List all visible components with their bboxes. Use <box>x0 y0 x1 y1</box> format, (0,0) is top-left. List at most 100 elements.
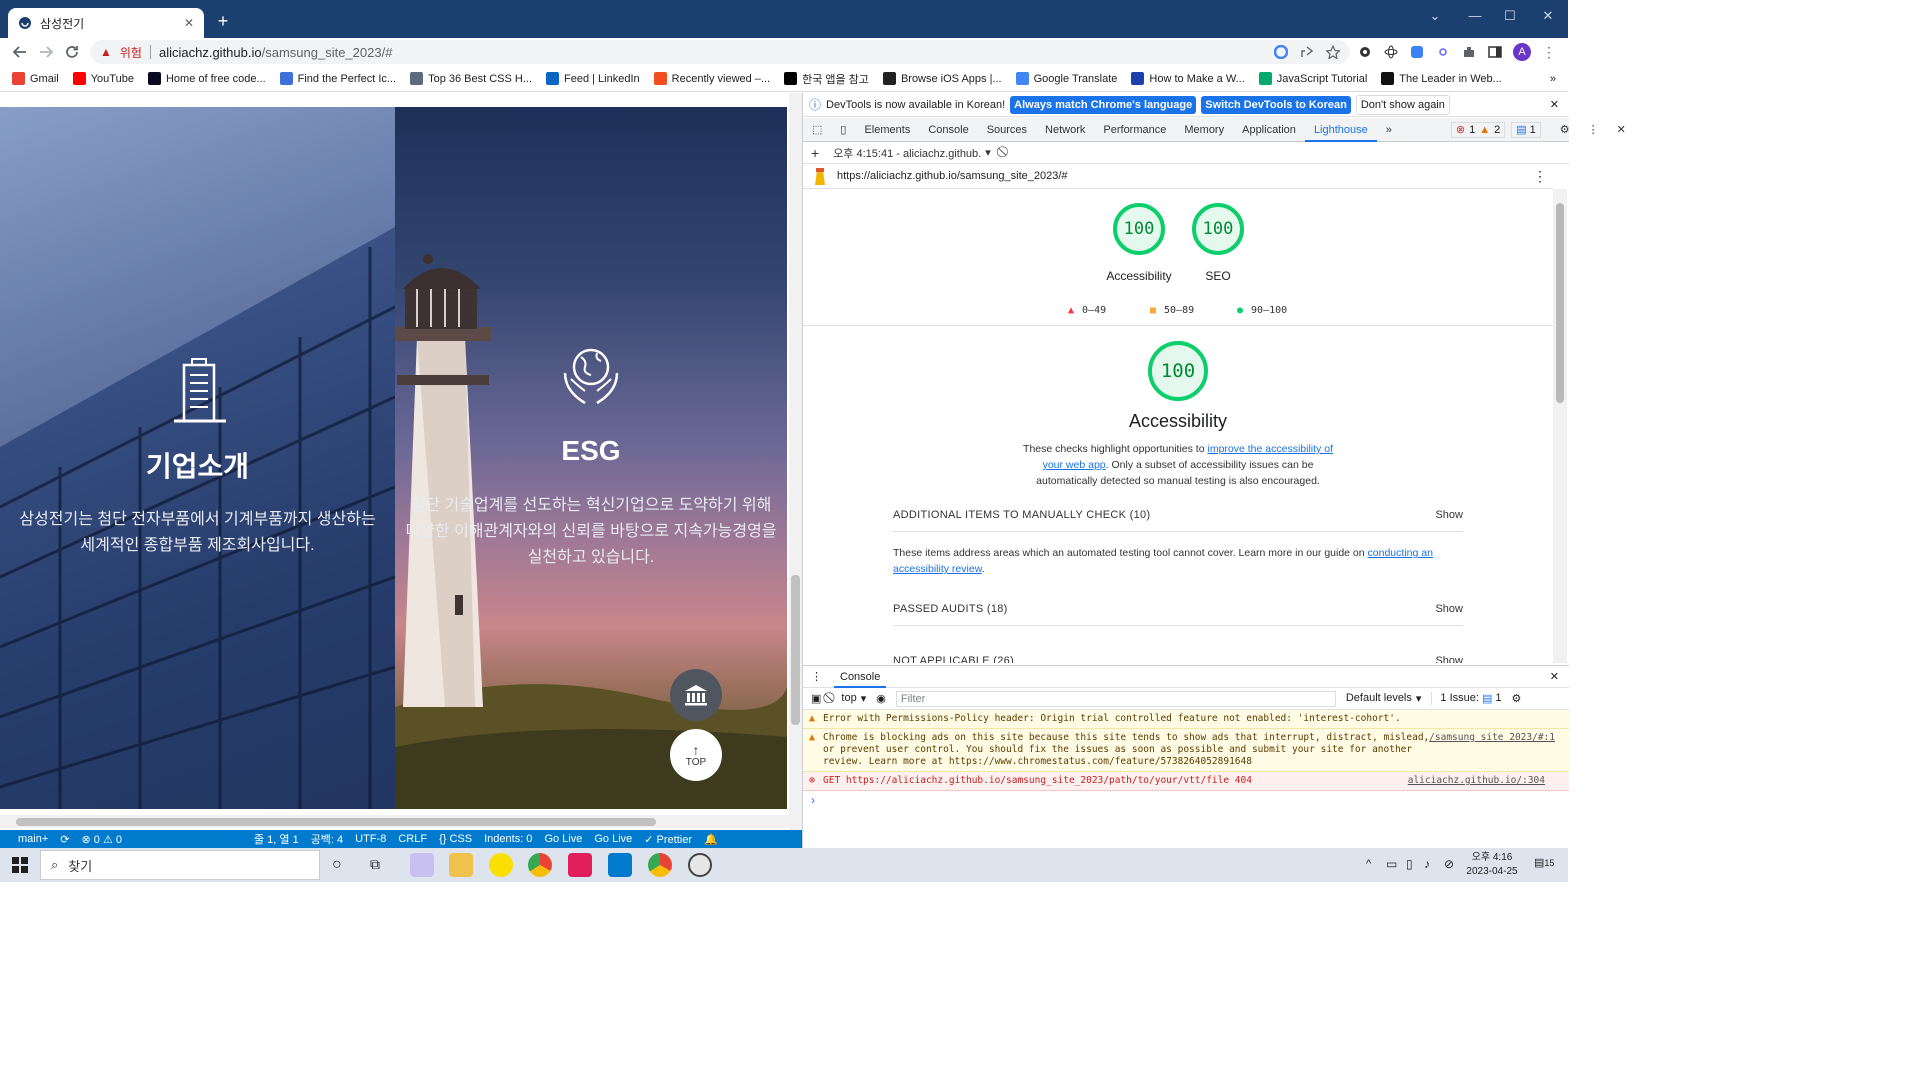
match-language-button[interactable]: Always match Chrome's language <box>1010 95 1197 114</box>
app-paint-icon[interactable] <box>410 853 434 877</box>
devtools-menu-icon[interactable]: ⋮ <box>1579 118 1608 142</box>
volume-icon[interactable]: ♪ <box>1424 857 1430 871</box>
tab-lighthouse[interactable]: Lighthouse <box>1304 118 1377 142</box>
drawer-menu-icon[interactable]: ⋮ <box>811 670 822 683</box>
page-vertical-scrollbar[interactable] <box>789 93 802 830</box>
bookmark-item[interactable]: Feed | LinkedIn <box>546 72 640 85</box>
seo-score-gauge[interactable]: 100 <box>1192 203 1244 255</box>
esg-panel[interactable]: ESG 첨단 기술업계를 선도하는 혁신기업으로 도약하기 위해 다양한 이해관… <box>395 107 787 809</box>
close-drawer-icon[interactable]: ✕ <box>1550 670 1559 683</box>
bell-icon[interactable]: 🔔 <box>704 833 718 846</box>
issues-button[interactable]: 1 Issue: ▤ 1 <box>1431 692 1501 705</box>
reload-button[interactable] <box>62 42 82 62</box>
notifications-button[interactable]: ▤15 <box>1534 856 1554 869</box>
minimize-button[interactable]: — <box>1461 6 1489 26</box>
bookmark-item[interactable]: Find the Perfect Ic... <box>279 72 396 85</box>
tab-console[interactable]: Console <box>919 118 977 142</box>
console-prompt[interactable]: › <box>803 791 1569 809</box>
extension-react-icon[interactable] <box>1383 44 1399 60</box>
close-window-button[interactable]: ✕ <box>1534 6 1562 26</box>
bookmark-item[interactable]: Browse iOS Apps |... <box>882 72 1002 85</box>
cortana-icon[interactable]: ○ <box>332 856 342 874</box>
sync-icon[interactable]: ⟳ <box>60 833 69 846</box>
tab-memory[interactable]: Memory <box>1175 118 1233 142</box>
problems-count[interactable]: ⊗ 0 ⚠ 0 <box>82 833 122 846</box>
windows-start-icon[interactable] <box>12 857 28 873</box>
more-tabs-icon[interactable]: » <box>1377 118 1401 142</box>
console-source-link[interactable]: aliciachz.github.io/:304 <box>1408 775 1545 787</box>
bookmark-item[interactable]: Gmail <box>12 72 59 85</box>
tab-application[interactable]: Application <box>1233 118 1305 142</box>
file-encoding[interactable]: UTF-8 <box>355 833 386 845</box>
profile-avatar[interactable]: A <box>1513 43 1531 61</box>
close-infobar-icon[interactable]: ✕ <box>1550 98 1559 111</box>
manual-check-section[interactable]: ADDITIONAL ITEMS TO MANUALLY CHECK (10) … <box>893 509 1463 532</box>
passed-audits-section[interactable]: PASSED AUDITS (18) Show <box>893 603 1463 626</box>
sidebar-toggle-icon[interactable]: ▣ <box>811 692 821 705</box>
new-tab-button[interactable]: + <box>214 12 232 30</box>
battery-icon[interactable]: ▯ <box>1406 857 1413 871</box>
report-selector[interactable]: 오후 4:15:41 - aliciachz.github. <box>833 145 981 161</box>
console-warning[interactable]: ▲ Error with Permissions-Policy header: … <box>803 710 1569 729</box>
tab-close-icon[interactable]: ✕ <box>184 16 194 30</box>
chrome-profile-icon[interactable] <box>648 853 672 877</box>
network-icon[interactable]: ▭ <box>1386 857 1397 871</box>
device-toolbar-icon[interactable]: ▯ <box>831 118 855 142</box>
scroll-top-button[interactable]: ↑ TOP <box>670 729 722 781</box>
extensions-puzzle-icon[interactable] <box>1461 44 1477 60</box>
tab-search-icon[interactable]: ⌄ <box>1421 6 1449 26</box>
context-selector[interactable]: top ▾ <box>841 692 866 705</box>
console-warning[interactable]: ▲ Chrome is blocking ads on this site be… <box>803 729 1569 772</box>
warning-icon[interactable]: ▲ <box>100 45 112 59</box>
tab-performance[interactable]: Performance <box>1094 118 1175 142</box>
bookmark-item[interactable]: Google Translate <box>1015 72 1117 85</box>
accessibility-score-gauge[interactable]: 100 <box>1113 203 1165 255</box>
show-na-button[interactable]: Show <box>1435 655 1463 663</box>
bookmark-item[interactable]: The Leader in Web... <box>1381 72 1502 85</box>
settings-gear-icon[interactable]: ⚙ <box>1551 118 1579 142</box>
bookmarks-overflow-icon[interactable]: » <box>1550 73 1556 85</box>
bookmark-item[interactable]: Top 36 Best CSS H... <box>410 72 532 85</box>
switch-korean-button[interactable]: Switch DevTools to Korean <box>1201 95 1351 114</box>
scrollbar-thumb[interactable] <box>16 818 656 826</box>
report-menu-icon[interactable]: ⋮ <box>1533 168 1547 185</box>
close-devtools-icon[interactable]: ✕ <box>1608 118 1635 142</box>
language-mode[interactable]: {} CSS <box>439 833 472 845</box>
google-icon[interactable] <box>1273 44 1289 60</box>
ime-icon[interactable]: ⊘ <box>1444 857 1454 871</box>
scrollbar-thumb[interactable] <box>1556 203 1564 403</box>
side-panel-icon[interactable] <box>1487 44 1503 60</box>
extension-radio-icon[interactable] <box>1435 44 1451 60</box>
new-report-icon[interactable]: + <box>811 145 819 161</box>
prettier-status[interactable]: ✓ Prettier <box>644 833 692 846</box>
security-warning-label[interactable]: 위험 <box>120 44 142 61</box>
go-live-button[interactable]: Go Live <box>544 833 582 845</box>
taskbar-clock[interactable]: 오후 4:16 2023-04-25 <box>1462 851 1522 879</box>
eye-icon[interactable]: ◉ <box>876 692 886 705</box>
bank-button[interactable] <box>670 669 722 721</box>
address-bar[interactable]: ▲ 위험 aliciachz.github.io/samsung_site_20… <box>90 40 1350 64</box>
bookmark-item[interactable]: How to Make a W... <box>1131 72 1245 85</box>
not-applicable-section[interactable]: NOT APPLICABLE (26) Show <box>893 655 1463 663</box>
indents-count[interactable]: Indents: 0 <box>484 833 532 845</box>
show-passed-button[interactable]: Show <box>1435 603 1463 615</box>
scrollbar-thumb[interactable] <box>791 575 800 725</box>
bookmark-item[interactable]: 한국 앱을 참고 <box>784 71 869 87</box>
console-settings-icon[interactable]: ⚙ <box>1511 692 1521 705</box>
chrome-menu-icon[interactable]: ⋮ <box>1541 44 1557 60</box>
tab-sources[interactable]: Sources <box>978 118 1036 142</box>
whale-browser-icon[interactable] <box>688 853 712 877</box>
browser-tab[interactable]: 삼성전기 ✕ <box>8 8 204 38</box>
page-horizontal-scrollbar[interactable] <box>0 815 789 828</box>
bookmark-item[interactable]: JavaScript Tutorial <box>1258 72 1367 85</box>
bookmark-item[interactable]: Home of free code... <box>147 72 266 85</box>
maximize-button[interactable]: ☐ <box>1496 6 1524 26</box>
issue-counters[interactable]: ⊗ 1 ▲ 2 <box>1450 121 1506 138</box>
tray-chevron-icon[interactable]: ^ <box>1366 858 1371 870</box>
vscode-icon[interactable] <box>608 853 632 877</box>
slack-icon[interactable] <box>568 853 592 877</box>
report-scrollbar[interactable] <box>1553 189 1567 663</box>
show-manual-button[interactable]: Show <box>1435 509 1463 521</box>
taskbar-search-input[interactable]: ⌕ 찾기 <box>40 850 320 880</box>
share-icon[interactable] <box>1299 44 1315 60</box>
